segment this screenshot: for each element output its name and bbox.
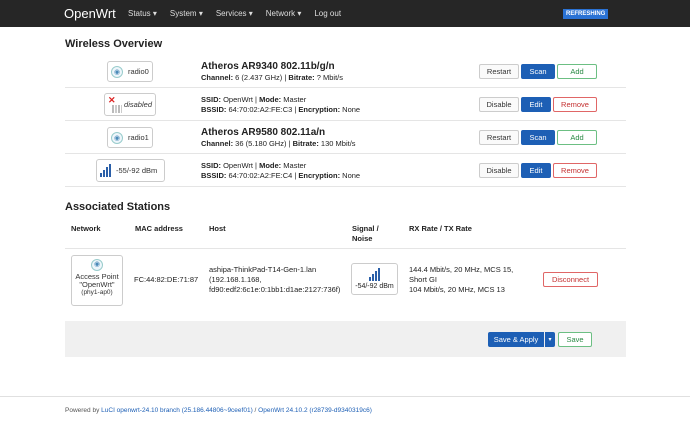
col-host: Host bbox=[209, 224, 226, 233]
network0-row: ✕ disabled SSID: OpenWrt | Mode: Master … bbox=[65, 88, 626, 121]
network0-badge: ✕ disabled bbox=[104, 93, 156, 116]
col-rates: RX Rate / TX Rate bbox=[409, 224, 472, 233]
signal-strength-icon bbox=[100, 164, 111, 177]
save-button[interactable]: Save bbox=[558, 332, 592, 347]
disabled-icon: ✕ bbox=[108, 95, 122, 113]
col-signal: Signal / Noise bbox=[352, 224, 379, 243]
network0-disable-button[interactable]: Disable bbox=[479, 97, 519, 112]
radio0-model: Atheros AR9340 802.11b/g/n bbox=[201, 61, 335, 72]
radio0-badge: ◉ radio0 bbox=[107, 61, 153, 82]
wifi-radio-icon: ◉ bbox=[111, 131, 123, 144]
radio1-restart-button[interactable]: Restart bbox=[479, 130, 519, 145]
radio0-row: ◉ radio0 Atheros AR9340 802.11b/g/n Chan… bbox=[65, 55, 626, 88]
radio1-info: Atheros AR9580 802.11a/n Channel: 36 (5.… bbox=[201, 127, 356, 148]
station-signal-badge: -54/-92 dBm bbox=[351, 263, 398, 295]
network0-remove-button[interactable]: Remove bbox=[553, 97, 597, 112]
radio1-scan-button[interactable]: Scan bbox=[521, 130, 555, 145]
main-nav: Status ▾ System ▾ Services ▾ Network ▾ L… bbox=[128, 9, 354, 18]
network1-row: -55/-92 dBm SSID: OpenWrt | Mode: Master… bbox=[65, 154, 626, 187]
associated-stations-title: Associated Stations bbox=[65, 201, 171, 213]
disconnect-button[interactable]: Disconnect bbox=[543, 272, 598, 287]
wifi-radio-icon: ◉ bbox=[111, 65, 123, 78]
luci-link[interactable]: LuCI openwrt-24.10 branch (25.186.44806~… bbox=[101, 407, 253, 414]
refreshing-badge[interactable]: REFRESHING bbox=[563, 9, 609, 19]
nav-status[interactable]: Status ▾ bbox=[128, 9, 157, 18]
access-point-icon: ◉ bbox=[91, 259, 103, 271]
nav-logout[interactable]: Log out bbox=[314, 9, 341, 18]
radio1-add-button[interactable]: Add bbox=[557, 130, 597, 145]
nav-network[interactable]: Network ▾ bbox=[266, 9, 302, 18]
network1-remove-button[interactable]: Remove bbox=[553, 163, 597, 178]
nav-services[interactable]: Services ▾ bbox=[216, 9, 253, 18]
top-nav-bar: OpenWrt Status ▾ System ▾ Services ▾ Net… bbox=[0, 0, 690, 27]
station-host: ashipa-ThinkPad-T14-Gen-1.lan (192.168.1… bbox=[209, 265, 341, 294]
network1-edit-button[interactable]: Edit bbox=[521, 163, 551, 178]
openwrt-link[interactable]: OpenWrt 24.10.2 (r28739-d9340319c6) bbox=[258, 407, 372, 414]
wireless-overview-title: Wireless Overview bbox=[65, 38, 163, 50]
station-row: ◉ Access Point "OpenWrt" (phy1-ap0) FC:4… bbox=[65, 249, 626, 313]
station-mac: FC:44:82:DE:71:87 bbox=[134, 275, 199, 284]
network0-edit-button[interactable]: Edit bbox=[521, 97, 551, 112]
network0-info: SSID: OpenWrt | Mode: Master BSSID: 64:7… bbox=[201, 95, 361, 114]
save-apply-button[interactable]: Save & Apply bbox=[488, 332, 544, 347]
network1-info: SSID: OpenWrt | Mode: Master BSSID: 64:7… bbox=[201, 161, 361, 180]
page-actions-bar: Save & Apply ▾ Save bbox=[65, 321, 626, 357]
radio1-model: Atheros AR9580 802.11a/n bbox=[201, 127, 326, 138]
radio0-restart-button[interactable]: Restart bbox=[479, 64, 519, 79]
station-network-badge: ◉ Access Point "OpenWrt" (phy1-ap0) bbox=[71, 255, 123, 306]
save-apply-dropdown[interactable]: ▾ bbox=[545, 332, 555, 347]
radio1-row: ◉ radio1 Atheros AR9580 802.11a/n Channe… bbox=[65, 121, 626, 154]
radio0-add-button[interactable]: Add bbox=[557, 64, 597, 79]
col-network: Network bbox=[71, 224, 101, 233]
brand-logo[interactable]: OpenWrt bbox=[64, 6, 116, 21]
footer-divider bbox=[0, 396, 690, 397]
network1-disable-button[interactable]: Disable bbox=[479, 163, 519, 178]
stations-table-header: Network MAC address Host Signal / Noise R… bbox=[65, 216, 626, 249]
signal-strength-icon bbox=[352, 268, 397, 281]
page-footer: Powered by LuCI openwrt-24.10 branch (25… bbox=[65, 407, 372, 414]
nav-system[interactable]: System ▾ bbox=[170, 9, 203, 18]
radio0-scan-button[interactable]: Scan bbox=[521, 64, 555, 79]
station-rates: 144.4 Mbit/s, 20 MHz, MCS 15, Short GI 1… bbox=[409, 265, 514, 294]
radio1-badge: ◉ radio1 bbox=[107, 127, 153, 148]
col-mac: MAC address bbox=[135, 224, 183, 233]
network1-badge: -55/-92 dBm bbox=[96, 159, 165, 182]
radio0-info: Atheros AR9340 802.11b/g/n Channel: 6 (2… bbox=[201, 61, 344, 82]
